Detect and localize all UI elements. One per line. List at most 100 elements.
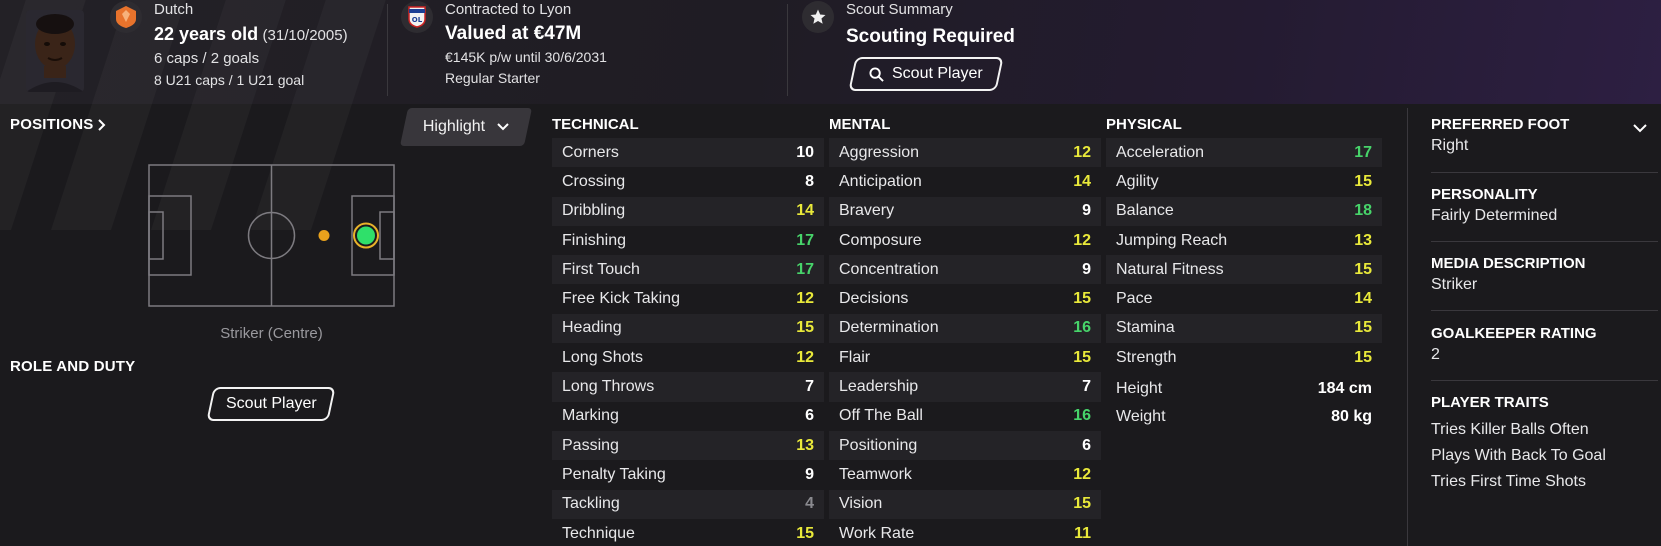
attribute-row-long-shots[interactable]: Long Shots 12 <box>552 343 824 372</box>
attribute-row-jumping-reach[interactable]: Jumping Reach 13 <box>1106 226 1382 255</box>
scout-player-button[interactable]: Scout Player <box>848 57 1004 91</box>
attribute-value: 11 <box>1074 524 1091 542</box>
attribute-name: Long Shots <box>562 348 643 366</box>
attribute-row-aggression[interactable]: Aggression 12 <box>829 138 1101 168</box>
attribute-row-decisions[interactable]: Decisions 15 <box>829 284 1101 313</box>
player-trait: Plays With Back To Goal <box>1431 447 1606 464</box>
attribute-name: Long Throws <box>562 378 655 396</box>
preferred-foot-section[interactable]: PREFERRED FOOT Right <box>1431 116 1661 155</box>
player-header: Dutch 22 years old (31/10/2005) 6 caps /… <box>0 0 1661 104</box>
attribute-row-first-touch[interactable]: First Touch 17 <box>552 255 824 285</box>
attribute-name: Free Kick Taking <box>562 290 680 308</box>
player-value: Valued at €47M <box>445 23 582 44</box>
goalkeeper-rating-section: GOALKEEPER RATING 2 <box>1431 325 1661 364</box>
attribute-row-composure[interactable]: Composure 12 <box>829 226 1101 255</box>
header-divider <box>787 4 788 96</box>
attribute-row-acceleration[interactable]: Acceleration 17 <box>1106 138 1382 168</box>
attribute-row-positioning[interactable]: Positioning 6 <box>829 430 1101 461</box>
attribute-value: 12 <box>1073 465 1091 483</box>
attribute-name: Corners <box>562 143 619 161</box>
attribute-name: Heading <box>562 319 622 337</box>
attribute-value: 17 <box>796 231 814 249</box>
attribute-row-strength[interactable]: Strength 15 <box>1106 343 1382 372</box>
preferred-foot-value: Right <box>1431 137 1469 154</box>
attribute-row-bravery[interactable]: Bravery 9 <box>829 196 1101 226</box>
attribute-row-long-throws[interactable]: Long Throws 7 <box>552 372 824 402</box>
secondary-position-dot <box>318 230 330 241</box>
attribute-name: Stamina <box>1116 319 1175 337</box>
attribute-name: Positioning <box>839 436 918 454</box>
goalkeeper-rating-value: 2 <box>1431 346 1440 363</box>
attribute-row-determination[interactable]: Determination 16 <box>829 313 1101 344</box>
role-duty-title: ROLE AND DUTY <box>10 358 136 375</box>
attribute-value: 12 <box>1073 231 1091 249</box>
role-scout-player-button[interactable]: Scout Player <box>206 387 336 421</box>
attribute-row-passing[interactable]: Passing 13 <box>552 430 824 461</box>
scout-player-label: Scout Player <box>892 65 983 82</box>
attribute-row-leadership[interactable]: Leadership 7 <box>829 372 1101 402</box>
attribute-value: 10 <box>796 143 814 161</box>
attribute-row-natural-fitness[interactable]: Natural Fitness 15 <box>1106 255 1382 285</box>
height-label: Height <box>1116 380 1163 398</box>
mental-attributes: MENTAL Aggression 12 Anticipation 14 Bravery… <box>829 116 1101 546</box>
attribute-value: 8 <box>805 172 814 190</box>
attribute-value: 9 <box>1082 260 1091 278</box>
attribute-row-flair[interactable]: Flair 15 <box>829 343 1101 372</box>
attribute-row-work-rate[interactable]: Work Rate 11 <box>829 519 1101 546</box>
attribute-value: 13 <box>796 436 814 454</box>
attribute-row-off-the-ball[interactable]: Off The Ball 16 <box>829 402 1101 431</box>
attribute-row-tackling[interactable]: Tackling 4 <box>552 489 824 519</box>
contract-title: Contracted to Lyon <box>445 1 572 18</box>
age-line: 22 years old (31/10/2005) <box>154 24 348 45</box>
weight-value: 80 kg <box>1331 408 1372 426</box>
attribute-name: Composure <box>839 231 922 249</box>
attribute-name: Flair <box>839 348 871 366</box>
attribute-row-penalty-taking[interactable]: Penalty Taking 9 <box>552 460 824 489</box>
chevron-down-icon[interactable] <box>1633 124 1647 133</box>
attribute-value: 12 <box>796 348 814 366</box>
attribute-value: 7 <box>1082 378 1091 396</box>
role-scout-player-label: Scout Player <box>225 395 317 412</box>
attribute-row-dribbling[interactable]: Dribbling 14 <box>552 196 824 226</box>
technical-attributes: TECHNICAL Corners 10 Crossing 8 Dribbling 14 F… <box>552 116 824 546</box>
attribute-row-teamwork[interactable]: Teamwork 12 <box>829 460 1101 489</box>
attribute-value: 4 <box>805 495 814 513</box>
positions-link[interactable]: POSITIONS <box>10 116 106 133</box>
attribute-row-technique[interactable]: Technique 15 <box>552 519 824 546</box>
attribute-name: Natural Fitness <box>1116 260 1224 278</box>
attribute-row-agility[interactable]: Agility 15 <box>1106 167 1382 196</box>
attribute-row-free-kick-taking[interactable]: Free Kick Taking 12 <box>552 284 824 313</box>
attribute-row-stamina[interactable]: Stamina 15 <box>1106 313 1382 344</box>
attribute-value: 15 <box>1354 348 1372 366</box>
attribute-name: Acceleration <box>1116 143 1205 161</box>
attribute-name: Work Rate <box>839 524 915 542</box>
chevron-right-icon <box>98 118 106 131</box>
attribute-name: Crossing <box>562 172 626 190</box>
nationality: Dutch <box>154 1 194 18</box>
attribute-row-anticipation[interactable]: Anticipation 14 <box>829 167 1101 196</box>
attribute-row-concentration[interactable]: Concentration 9 <box>829 255 1101 285</box>
attribute-name: Decisions <box>839 290 909 308</box>
highlight-dropdown[interactable]: Highlight <box>399 108 533 146</box>
scout-summary-title: Scout Summary <box>846 1 953 18</box>
attribute-row-vision[interactable]: Vision 15 <box>829 489 1101 519</box>
attribute-value: 15 <box>1073 495 1091 513</box>
attribute-name: Concentration <box>839 260 939 278</box>
attribute-row-heading[interactable]: Heading 15 <box>552 313 824 344</box>
attribute-name: Agility <box>1116 172 1159 190</box>
attribute-name: Pace <box>1116 290 1153 308</box>
attribute-value: 12 <box>796 290 814 308</box>
position-label: Striker (Centre) <box>220 325 323 342</box>
attribute-row-pace[interactable]: Pace 14 <box>1106 284 1382 313</box>
attribute-row-corners[interactable]: Corners 10 <box>552 138 824 168</box>
attribute-row-balance[interactable]: Balance 18 <box>1106 196 1382 226</box>
attribute-row-marking[interactable]: Marking 6 <box>552 402 824 431</box>
chevron-down-icon <box>497 123 509 131</box>
attribute-value: 6 <box>1082 436 1091 454</box>
attribute-value: 13 <box>1354 231 1372 249</box>
attribute-value: 9 <box>1082 202 1091 220</box>
highlight-label: Highlight <box>422 118 486 135</box>
attribute-row-finishing[interactable]: Finishing 17 <box>552 226 824 255</box>
personality-section: PERSONALITY Fairly Determined <box>1431 186 1661 225</box>
attribute-row-crossing[interactable]: Crossing 8 <box>552 167 824 196</box>
